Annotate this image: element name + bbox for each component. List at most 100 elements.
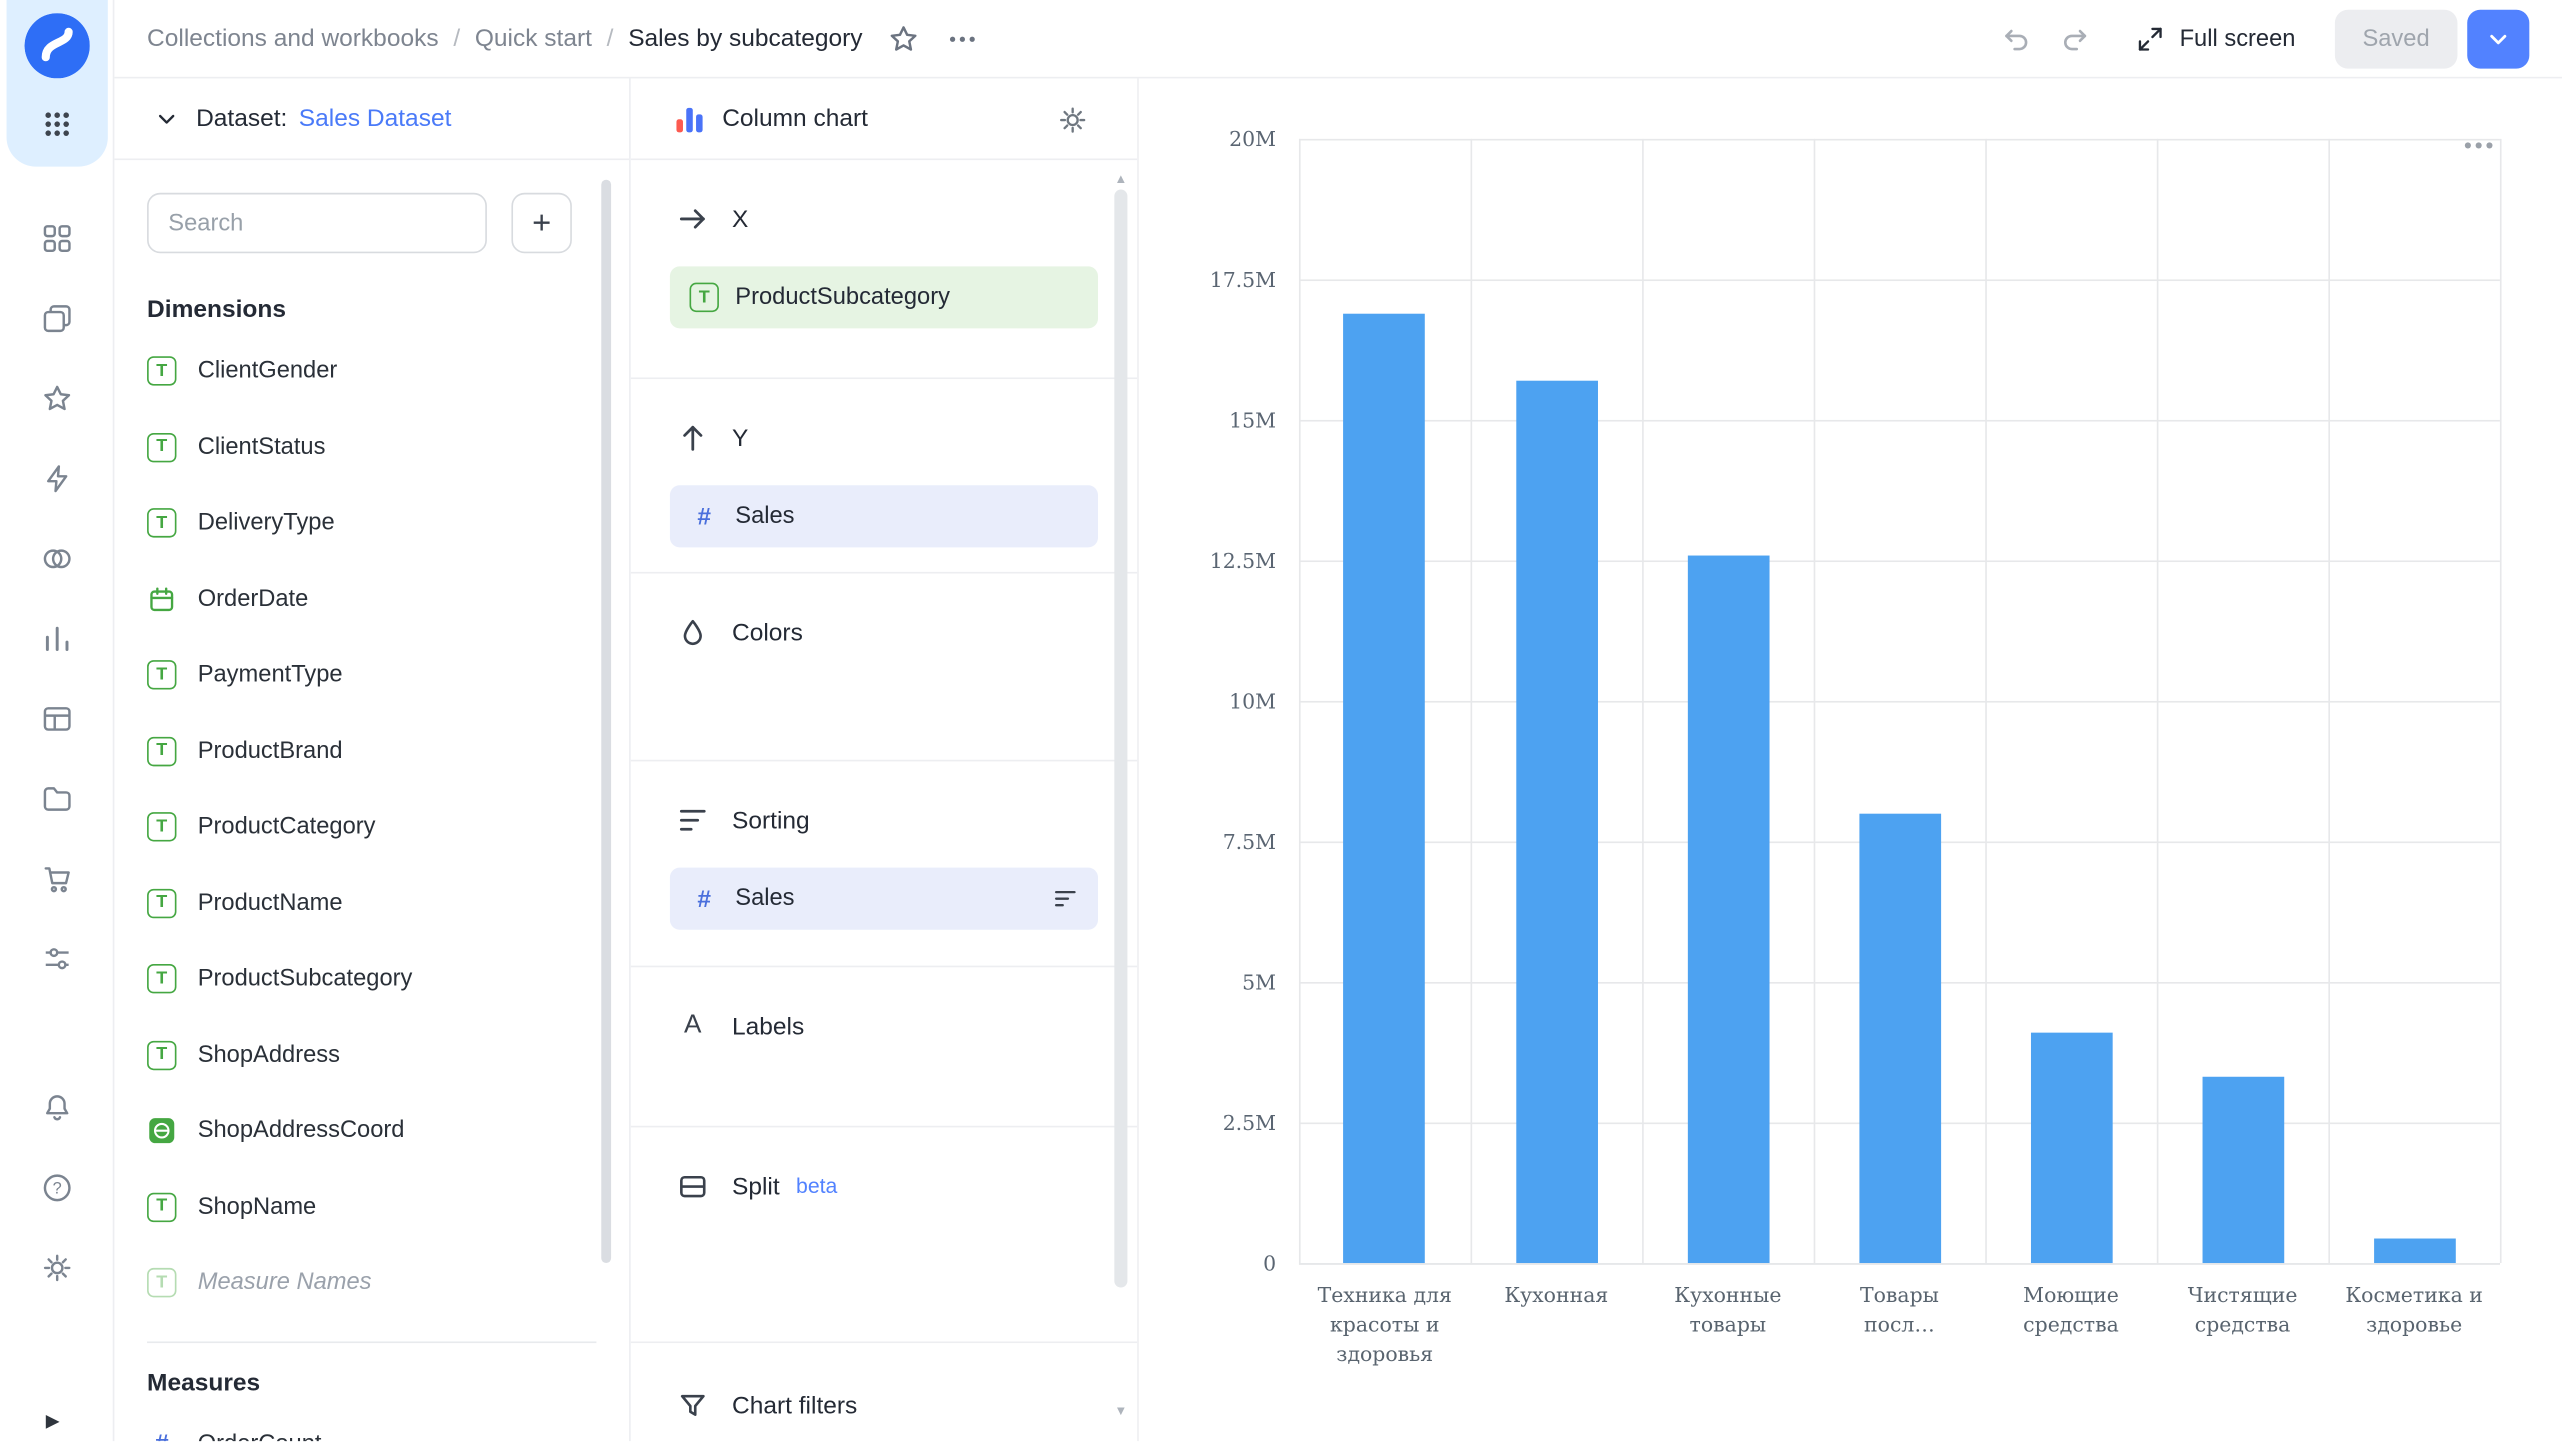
field-name: ProductCategory: [197, 814, 376, 841]
expand-sidebar-arrow-icon[interactable]: ▶: [46, 1410, 60, 1432]
marketplace-cart-icon[interactable]: [27, 850, 86, 909]
config-scrollbar[interactable]: [1114, 189, 1128, 1288]
measure-item[interactable]: # OrderCount: [147, 1406, 596, 1441]
field-name: ProductSubcategory: [197, 966, 413, 993]
y-field-chip[interactable]: # Sales: [669, 485, 1099, 548]
y-section-label: Y: [732, 424, 749, 452]
dimension-item[interactable]: T ClientGender: [147, 333, 596, 409]
scroll-down-icon[interactable]: ▼: [1114, 1404, 1127, 1418]
bar-sales-0[interactable]: [1343, 313, 1426, 1264]
divider: [147, 1340, 597, 1343]
actions-dropdown-button[interactable]: [2467, 8, 2530, 68]
services-sliders-icon[interactable]: [27, 930, 86, 989]
chart-type-header: Column chart: [630, 78, 1138, 161]
dimension-item[interactable]: T DeliveryType: [147, 485, 596, 561]
x-axis-label: Товары посл…: [1859, 1282, 1939, 1337]
y-axis-tick-label: 12.5M: [1209, 548, 1277, 573]
more-actions-ellipsis-icon[interactable]: [938, 14, 987, 63]
dimension-item[interactable]: T ProductBrand: [147, 713, 596, 789]
dimension-item[interactable]: T ProductSubcategory: [147, 941, 596, 1017]
text-field-type-icon: T: [147, 888, 177, 918]
text-field-type-icon: T: [147, 356, 177, 387]
scroll-up-icon[interactable]: ▲: [1114, 172, 1127, 186]
gridline-horizontal: [1298, 279, 2500, 282]
chart-type-label[interactable]: Column chart: [722, 105, 868, 133]
y-axis-tick-label: 2.5M: [1222, 1110, 1277, 1135]
chevron-down-icon[interactable]: [154, 105, 180, 131]
gridline-vertical: [2328, 138, 2330, 1264]
bar-sales-5[interactable]: [2201, 1077, 2284, 1264]
chart-settings-gear-icon[interactable]: [1049, 96, 1095, 142]
field-name: PaymentType: [197, 662, 343, 689]
colors-section: Colors: [630, 574, 1138, 762]
x-field-chip[interactable]: T ProductSubcategory: [669, 266, 1099, 329]
dimension-item[interactable]: OrderDate: [147, 561, 596, 637]
bar-sales-2[interactable]: [1687, 554, 1769, 1264]
split-rows-icon: [680, 1175, 706, 1198]
dimension-item[interactable]: T ClientStatus: [147, 409, 596, 485]
sorting-field-chip[interactable]: # Sales: [669, 867, 1099, 930]
fullscreen-expand-icon: [2138, 26, 2162, 50]
dimensions-title: Dimensions: [147, 295, 286, 324]
dimension-item[interactable]: T ProductCategory: [147, 789, 596, 865]
number-field-type-icon: #: [697, 502, 712, 531]
search-input[interactable]: [147, 192, 487, 254]
datalens-logo[interactable]: [23, 13, 90, 79]
add-field-button[interactable]: +: [511, 192, 572, 254]
bar-sales-6[interactable]: [2373, 1237, 2455, 1264]
beta-badge: beta: [796, 1172, 838, 1197]
bar-sales-1[interactable]: [1515, 380, 1598, 1264]
redo-icon[interactable]: [2051, 14, 2100, 63]
arrow-right-icon: [679, 209, 705, 229]
colors-section-label: Colors: [732, 618, 803, 647]
dimension-item[interactable]: T PaymentType: [147, 637, 596, 713]
editor-lightning-icon[interactable]: [27, 449, 86, 508]
sorting-section-label: Sorting: [732, 806, 810, 835]
tables-icon[interactable]: [27, 690, 86, 749]
help-icon[interactable]: ?: [27, 1158, 86, 1217]
dimension-item[interactable]: T ShopAddress: [147, 1017, 596, 1093]
geo-field-type-icon: [149, 1118, 175, 1144]
chart-filters-label: Chart filters: [732, 1391, 858, 1420]
field-name: ShopName: [197, 1193, 317, 1221]
workbooks-icon[interactable]: [27, 289, 86, 348]
favorite-star-icon[interactable]: [879, 14, 928, 63]
gridline-horizontal: [1298, 1263, 2500, 1265]
files-folder-icon[interactable]: [27, 770, 86, 829]
sort-lines-icon: [679, 809, 706, 831]
bar-sales-3[interactable]: [1858, 813, 1941, 1264]
fullscreen-button[interactable]: Full screen: [2135, 24, 2295, 53]
dimension-item[interactable]: T Measure Names: [147, 1245, 596, 1321]
x-axis-label: Кухонные товары: [1674, 1282, 1782, 1337]
dimension-item[interactable]: T ProductName: [147, 865, 596, 941]
gridline-vertical: [1470, 138, 1473, 1264]
text-field-type-icon: T: [147, 964, 177, 994]
labels-section: A Labels: [630, 967, 1138, 1128]
breadcrumb-workbook[interactable]: Quick start: [475, 25, 592, 53]
dataset-scrollbar[interactable]: [601, 179, 612, 1264]
x-field-name: ProductSubcategory: [735, 284, 950, 311]
bar-sales-4[interactable]: [2030, 1032, 2112, 1264]
svg-text:?: ?: [52, 1180, 61, 1198]
charts-icon[interactable]: [27, 609, 86, 668]
y-axis-tick-label: 15M: [1229, 407, 1277, 433]
saved-button[interactable]: Saved: [2334, 8, 2458, 68]
rail-bottom-nav: ?: [27, 1078, 86, 1297]
dimension-item[interactable]: ShopAddressCoord: [147, 1093, 596, 1169]
field-name: ShopAddressCoord: [197, 1118, 405, 1145]
ml-circles-icon[interactable]: [27, 529, 86, 588]
field-name: ShopAddress: [197, 1042, 340, 1069]
field-name: DeliveryType: [197, 510, 335, 537]
sort-direction-icon[interactable]: [1052, 886, 1078, 912]
dataset-name-link[interactable]: Sales Dataset: [299, 105, 452, 133]
notifications-bell-icon[interactable]: [27, 1078, 86, 1137]
all-services-grid-icon[interactable]: [33, 101, 79, 147]
favorites-star-icon[interactable]: [27, 369, 86, 428]
labels-letter-icon: A: [684, 1011, 702, 1040]
dashboards-grid-icon[interactable]: [27, 209, 86, 268]
settings-gear-icon[interactable]: [27, 1239, 86, 1298]
dimension-item[interactable]: T ShopName: [147, 1169, 596, 1245]
breadcrumb-collections[interactable]: Collections and workbooks: [147, 25, 439, 53]
undo-icon[interactable]: [1992, 14, 2041, 63]
sorting-field-name: Sales: [735, 885, 795, 912]
